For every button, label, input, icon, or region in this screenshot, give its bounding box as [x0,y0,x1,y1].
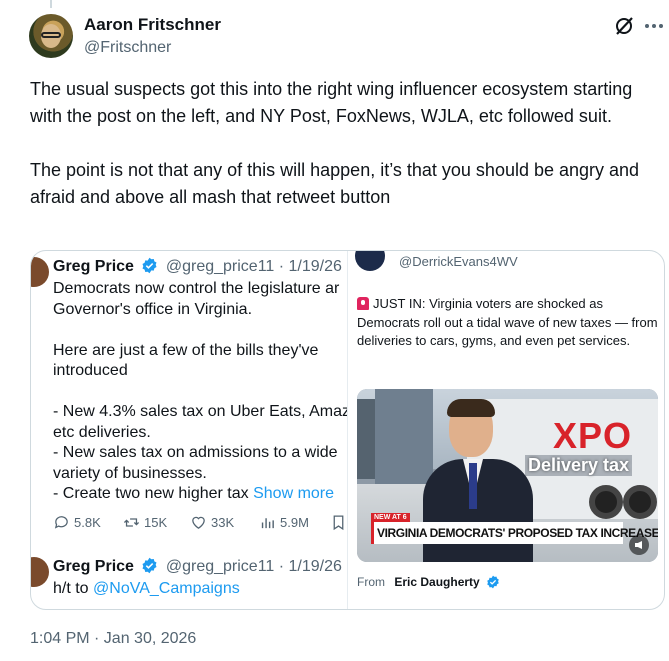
left-post-blank-line [53,382,347,403]
verified-badge-icon [142,557,157,574]
tweet-text: The usual suspects got this into the rig… [30,76,666,211]
tweet-paragraph-2: The point is not that any of this will h… [30,160,640,207]
greg-price-reply-avatar [31,557,49,587]
left-reply-header: Greg Price @greg_price11 · 1/19/26 [53,557,342,576]
left-post-line-last: - Create two new higher tax Show more [53,484,347,505]
left-post-actions: 5.8K 15K 33K 5.9M [53,514,347,534]
greg-price-avatar [31,257,49,287]
truck-logo: XPO [553,415,633,456]
left-post-body: Democrats now control the legislature ar… [53,279,348,505]
left-post-blank-line [53,320,347,341]
bookmark-stat [330,514,347,531]
left-post-line: - New sales tax on admissions to a wide [53,444,338,461]
video-source: From Eric Daugherty [357,575,503,589]
left-post-line: - New 4.3% sales tax on Uber Eats, Amaz [53,403,348,420]
repost-stat: 15K [123,514,167,531]
siren-icon [357,297,369,310]
derrick-evans-avatar [355,251,385,271]
left-post-line: variety of businesses. [53,464,207,482]
views-count: 5.9M [280,515,309,530]
like-stat: 33K [190,514,234,531]
left-post-line: Here are just a few of the bills they've [53,341,319,359]
like-count: 33K [211,515,235,530]
author-name[interactable]: Aaron Fritschner [84,15,221,35]
reply-count: 5.8K [74,515,101,530]
reporter-hair [447,399,495,417]
author-handle[interactable]: @Fritschner [84,39,171,57]
attached-image[interactable]: Greg Price @greg_price11 · 1/19/26 Democ… [30,250,665,610]
right-post-handle: @DerrickEvans4WV [399,254,518,269]
repost-count: 15K [144,515,168,530]
mention-link: @NoVA_Campaigns [93,580,240,597]
tweet-paragraph-1: The usual suspects got this into the rig… [30,79,633,126]
reply-prefix: h/t to [53,580,94,597]
news-badge: NEW AT 6 [371,513,410,522]
views-icon [261,518,274,529]
bookmark-icon [333,515,344,531]
right-screenshot: @DerrickEvans4WV JUST IN: Virginia voter… [349,251,664,609]
more-options-icon[interactable] [642,14,666,38]
left-post-line: etc deliveries. [53,423,151,441]
left-post-header: Greg Price @greg_price11 · 1/19/26 [53,257,342,276]
reply-icon [54,516,68,529]
from-name: Eric Daugherty [394,575,480,589]
news-video-frame: XPO Delivery tax NEW AT 6 VIRGINIA DEMOC… [357,389,658,562]
left-reply-text: h/t to @NoVA_Campaigns [53,580,240,598]
grok-icon[interactable] [613,15,635,37]
lower-third-headline: VIRGINIA DEMOCRATS' PROPOSED TAX INCREAS… [377,526,658,540]
from-label: From [357,575,385,589]
left-reply-handle-date: @greg_price11 · 1/19/26 [165,558,342,575]
heart-icon [192,516,205,529]
views-stat: 5.9M [259,514,309,531]
left-reply-name: Greg Price [53,558,134,575]
show-more-link: Show more [253,485,335,502]
author-avatar[interactable] [29,14,73,58]
left-post-line: Democrats now control the legislature ar [53,280,340,297]
left-post-name: Greg Price [53,258,134,275]
reply-stat: 5.8K [53,514,101,531]
left-screenshot: Greg Price @greg_price11 · 1/19/26 Democ… [31,251,348,609]
truck-wheel [623,485,657,519]
tweet-timestamp[interactable]: 1:04 PM · Jan 30, 2026 [30,630,196,648]
verified-badge-icon [487,575,499,589]
truck-wheel [589,485,623,519]
mute-icon [629,535,649,555]
left-post-line: introduced [53,362,128,379]
repost-icon [123,518,140,527]
truck-overlay-text: Delivery tax [525,455,633,476]
reporter-tie [469,463,477,509]
lower-third-accent [371,522,374,544]
avatar-glasses [41,32,61,38]
thread-connector-line [50,0,52,8]
verified-badge-icon [142,257,157,274]
right-post-body: JUST IN: Virginia voters are shocked as … [357,296,658,348]
left-post-handle-date: @greg_price11 · 1/19/26 [165,258,342,275]
left-post-last-text: - Create two new higher tax [53,485,254,502]
left-post-line: Governor's office in Virginia. [53,300,253,318]
right-post-text: JUST IN: Virginia voters are shocked as … [357,295,662,351]
